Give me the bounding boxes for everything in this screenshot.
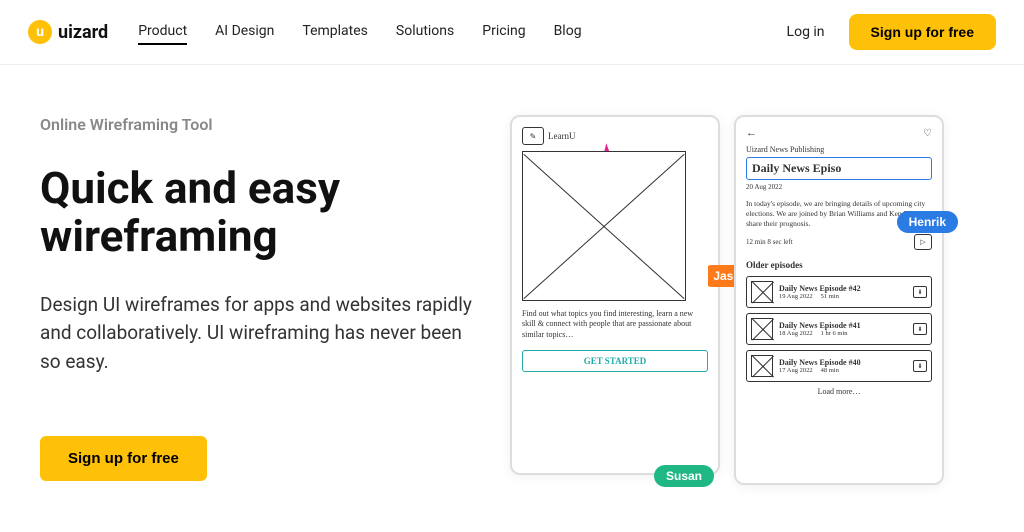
episode-duration: 1 hr 6 min [821,330,848,337]
logo-icon: u [28,20,52,44]
hero-title: Quick and easy wireframing [40,164,480,261]
episode-duration: 48 min [821,367,839,374]
nav-templates[interactable]: Templates [302,19,368,45]
episode-title: Daily News Episode #42 [779,284,907,293]
play-icon: ▷ [914,234,932,250]
image-placeholder-icon [751,318,773,340]
download-icon: ⬇ [913,286,927,298]
header-actions: Log in Sign up for free [787,14,996,50]
episode-row: Daily News Episode #40 17 Aug 2022 48 min… [746,350,932,382]
hero-illustration: ✎ LearnU Hannah Jason Find out what topi… [510,115,984,485]
image-placeholder-icon [751,281,773,303]
hero-eyebrow: Online Wireframing Tool [40,115,480,134]
nav-product[interactable]: Product [138,19,187,45]
heart-icon: ♡ [923,128,932,139]
main-nav: Product AI Design Templates Solutions Pr… [138,19,756,45]
wireframe-card-right: ← ♡ Uizard News Publishing Daily News Ep… [734,115,944,485]
wireframe-card-left: ✎ LearnU Hannah Jason Find out what topi… [510,115,720,475]
episode-date: 18 Aug 2022 [779,330,813,337]
nav-pricing[interactable]: Pricing [482,19,525,45]
nav-solutions[interactable]: Solutions [396,19,454,45]
nav-ai-design[interactable]: AI Design [215,19,274,45]
episode-row: Daily News Episode #42 19 Aug 2022 51 min… [746,276,932,308]
chat-icon: ✎ [522,127,544,145]
wf-episode-date: 20 Aug 2022 [746,183,932,191]
site-header: u uizard Product AI Design Templates Sol… [0,0,1024,65]
hero-subtitle: Design UI wireframes for apps and websit… [40,291,480,377]
wf-body-text: Find out what topics you find interestin… [522,309,708,340]
collaborator-susan: Susan [654,465,714,487]
nav-blog[interactable]: Blog [554,19,582,45]
wf-time-left: 12 min 8 sec left [746,238,793,246]
back-icon: ← [746,127,757,139]
episode-duration: 51 min [821,293,839,300]
signup-button-hero[interactable]: Sign up for free [40,436,207,481]
logo-text: uizard [58,22,108,43]
wf-get-started-button: GET STARTED [522,350,708,372]
download-icon: ⬇ [913,323,927,335]
wf-episode-title: Daily News Episo [746,157,932,180]
wf-app-name: LearnU [548,131,575,141]
episode-title: Daily News Episode #40 [779,358,907,367]
download-icon: ⬇ [913,360,927,372]
load-more: Load more… [746,387,932,396]
signup-button-header[interactable]: Sign up for free [849,14,996,50]
image-placeholder-icon [751,355,773,377]
episode-title: Daily News Episode #41 [779,321,907,330]
collaborator-henrik: Henrik [897,211,958,233]
episode-row: Daily News Episode #41 18 Aug 2022 1 hr 6… [746,313,932,345]
image-placeholder-icon [522,151,686,301]
wf-publisher: Uizard News Publishing [746,145,932,154]
logo[interactable]: u uizard [28,20,108,44]
login-link[interactable]: Log in [787,24,825,40]
hero-section: Online Wireframing Tool Quick and easy w… [0,65,1024,515]
hero-content: Online Wireframing Tool Quick and easy w… [40,115,480,485]
wf-section-header: Older episodes [746,260,932,270]
episode-date: 19 Aug 2022 [779,293,813,300]
episode-date: 17 Aug 2022 [779,367,813,374]
